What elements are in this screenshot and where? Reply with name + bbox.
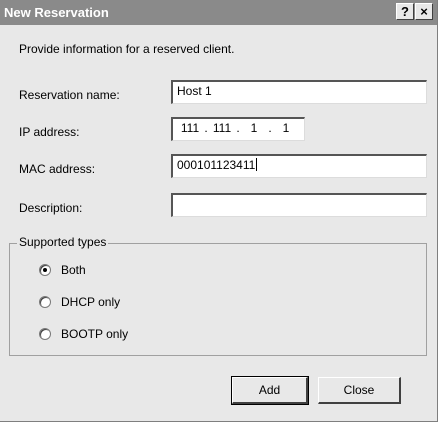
reservation-name-value: Host 1 bbox=[177, 84, 212, 98]
radio-button-icon[interactable] bbox=[39, 264, 51, 276]
mac-address-label: MAC address: bbox=[19, 162, 96, 176]
radio-button-icon[interactable] bbox=[39, 328, 51, 340]
radio-button-icon[interactable] bbox=[39, 296, 51, 308]
ip-octet-1[interactable]: 111 bbox=[179, 121, 201, 135]
text-caret bbox=[256, 158, 258, 171]
close-window-button[interactable]: × bbox=[415, 3, 433, 20]
dialog-title: New Reservation bbox=[4, 5, 109, 20]
description-label: Description: bbox=[19, 201, 83, 215]
title-bar[interactable]: New Reservation ? × bbox=[0, 0, 437, 25]
ip-separator: . bbox=[204, 121, 208, 135]
help-button[interactable]: ? bbox=[396, 3, 414, 20]
ip-separator: . bbox=[268, 121, 272, 135]
ip-address-label: IP address: bbox=[19, 125, 80, 139]
reservation-name-input[interactable]: Host 1 bbox=[171, 80, 427, 104]
radio-label-both[interactable]: Both bbox=[61, 263, 86, 277]
radio-selected-dot bbox=[43, 268, 47, 272]
ip-octet-4[interactable]: 1 bbox=[275, 121, 297, 135]
new-reservation-dialog: New Reservation ? × Provide information … bbox=[0, 0, 438, 422]
supported-types-legend: Supported types bbox=[17, 235, 109, 249]
add-button[interactable]: Add bbox=[231, 376, 309, 405]
ip-octet-3[interactable]: 1 bbox=[243, 121, 265, 135]
ip-octet-2[interactable]: 111 bbox=[211, 121, 233, 135]
reservation-name-label: Reservation name: bbox=[19, 88, 120, 102]
close-button[interactable]: Close bbox=[318, 377, 401, 404]
radio-label-bootp-only[interactable]: BOOTP only bbox=[61, 327, 128, 341]
radio-label-dhcp-only[interactable]: DHCP only bbox=[61, 295, 120, 309]
ip-address-input[interactable]: 111. 111. 1. 1 bbox=[171, 117, 305, 141]
description-input[interactable] bbox=[171, 193, 427, 217]
mac-address-value: 000101123411 bbox=[177, 158, 256, 172]
ip-separator: . bbox=[236, 121, 240, 135]
intro-text: Provide information for a reserved clien… bbox=[19, 42, 235, 56]
mac-address-input[interactable]: 000101123411 bbox=[171, 154, 427, 178]
